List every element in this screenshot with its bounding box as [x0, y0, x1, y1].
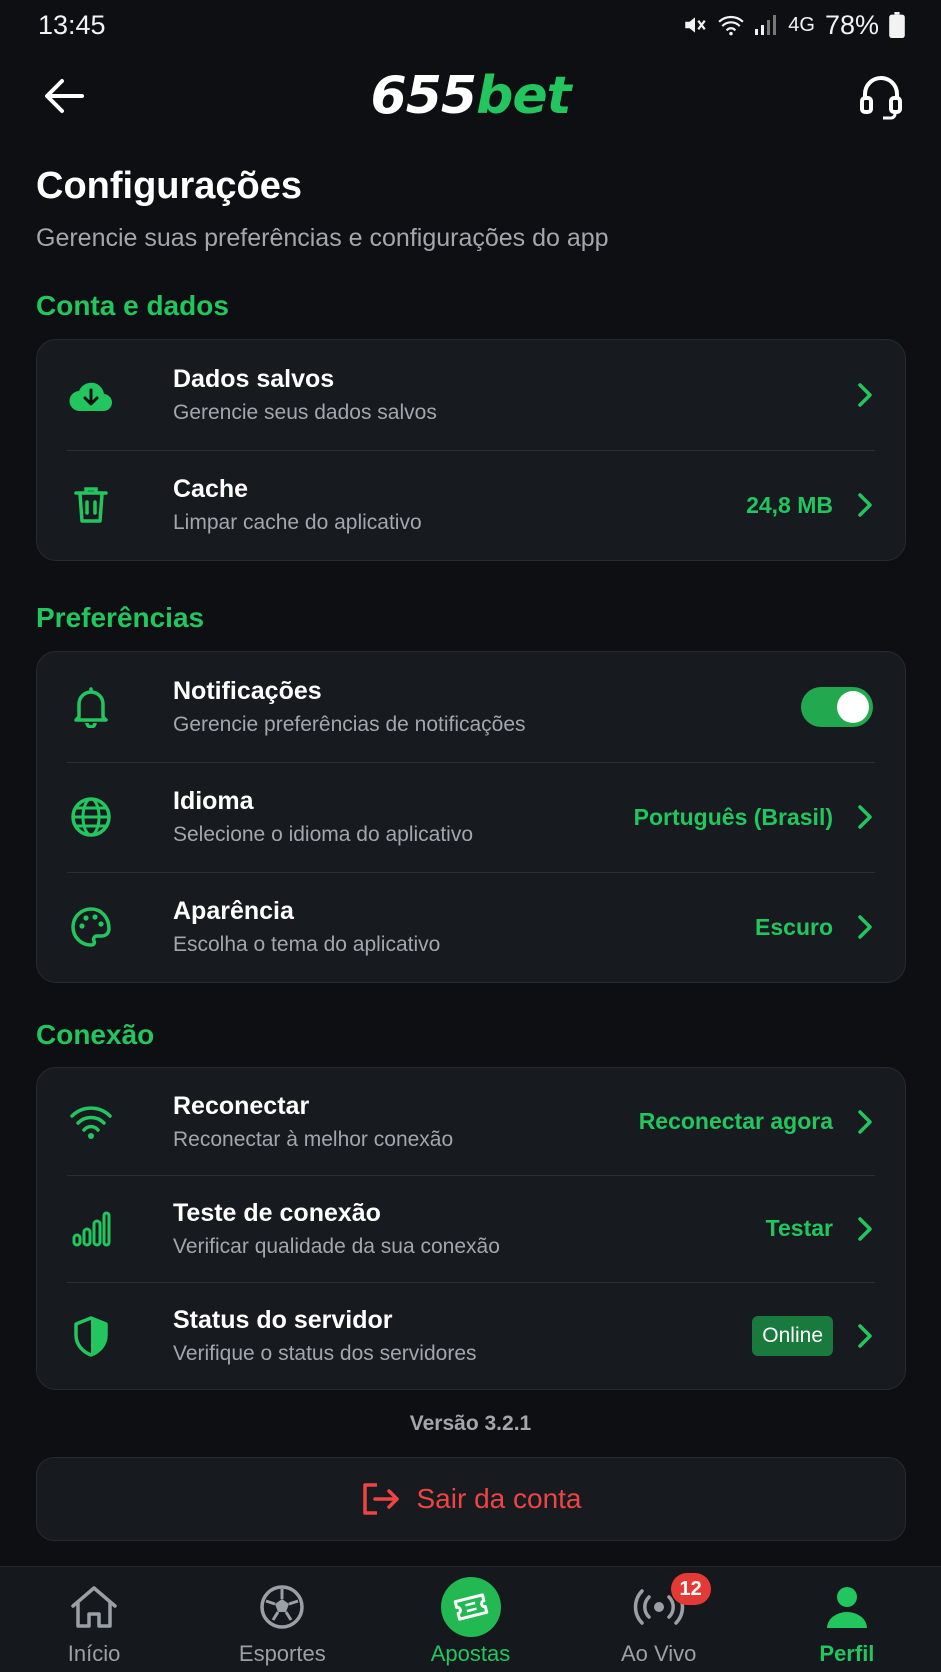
nav-item-inicio[interactable]: Início [0, 1567, 188, 1667]
row-subtitle: Limpar cache do aplicativo [173, 511, 422, 534]
signal-bars-icon [67, 1205, 115, 1253]
section-title-connection: Conexão [36, 1019, 155, 1050]
status-time: 13:45 [38, 9, 106, 40]
nav-item-apostas[interactable]: Apostas [376, 1567, 564, 1667]
wifi-status-icon [718, 13, 744, 37]
section-title-preferences: Preferências [36, 602, 205, 633]
soccer-ball-icon [252, 1577, 312, 1637]
language-value: Português (Brasil) [633, 803, 833, 830]
row-title: Teste de conexão [173, 1198, 381, 1227]
card-account: Dados salvos Gerencie seus dados salvos … [36, 339, 906, 561]
nav-item-esportes[interactable]: Esportes [188, 1567, 376, 1667]
chevron-right-icon [858, 493, 872, 517]
live-count-badge: 12 [670, 1573, 711, 1605]
arrow-left-icon [45, 79, 84, 113]
nav-label: Perfil [819, 1641, 875, 1666]
row-subtitle: Verificar qualidade da sua conexão [173, 1234, 500, 1258]
row-title: Status do servidor [173, 1305, 393, 1334]
status-badge: Online [752, 1315, 833, 1356]
status-icons: 4G 78% [682, 10, 905, 41]
network-type: 4G [788, 13, 815, 36]
wifi-icon [67, 1098, 115, 1146]
row-title: Aparência [173, 897, 294, 925]
row-subtitle: Selecione o idioma do aplicativo [173, 823, 474, 846]
chevron-right-icon [858, 915, 872, 939]
support-button[interactable] [853, 68, 909, 124]
settings-row-connection-test[interactable]: Teste de conexão Verificar qualidade da … [37, 1175, 905, 1282]
cloud-download-icon [67, 371, 115, 419]
settings-row-server-status[interactable]: Status do servidor Verifique o status do… [37, 1282, 905, 1389]
card-preferences: Notificações Gerencie preferências de no… [36, 651, 906, 983]
row-subtitle: Verifique o status dos servidores [173, 1341, 477, 1365]
nav-label: Apostas [430, 1641, 511, 1666]
nav-item-ao-vivo[interactable]: Ao Vivo 12 [565, 1567, 753, 1667]
chevron-right-icon [858, 1109, 872, 1134]
nav-label: Esportes [238, 1641, 326, 1666]
mute-icon [682, 12, 708, 38]
app-header: 655bet [0, 58, 941, 134]
settings-row-cache[interactable]: Cache Limpar cache do aplicativo 24,8 MB [37, 450, 905, 560]
nav-label: Início [67, 1641, 121, 1666]
settings-row-reconnect[interactable]: Reconectar Reconectar à melhor conexão R… [37, 1068, 905, 1175]
chevron-right-icon [858, 1216, 872, 1241]
test-value: Testar [765, 1215, 833, 1241]
appearance-value: Escuro [755, 913, 833, 940]
chevron-right-icon [858, 1323, 872, 1348]
ticket-icon [440, 1577, 501, 1637]
logout-button[interactable]: Sair da conta [36, 1457, 906, 1541]
app-logo: 655bet [370, 66, 572, 126]
toggle-knob [837, 691, 869, 723]
page-title: Configurações [36, 165, 303, 207]
row-title: Cache [173, 475, 249, 503]
shield-icon [67, 1312, 115, 1360]
settings-row-notifications[interactable]: Notificações Gerencie preferências de no… [37, 652, 905, 762]
logout-icon [362, 1483, 399, 1515]
row-title: Dados salvos [173, 365, 335, 393]
row-subtitle: Escolha o tema do aplicativo [173, 933, 441, 956]
palette-icon [67, 903, 115, 951]
section-title-account: Conta e dados [36, 290, 229, 321]
row-title: Idioma [173, 787, 254, 815]
row-subtitle: Gerencie seus dados salvos [173, 401, 437, 424]
settings-row-language[interactable]: Idioma Selecione o idioma do aplicativo … [37, 762, 905, 872]
nav-label: Ao Vivo [621, 1641, 697, 1666]
card-connection: Reconectar Reconectar à melhor conexão R… [36, 1067, 906, 1390]
person-icon [817, 1577, 877, 1637]
app-version: Versão 3.2.1 [409, 1412, 532, 1435]
logout-label: Sair da conta [416, 1483, 582, 1514]
nav-item-perfil[interactable]: Perfil [753, 1567, 941, 1667]
chevron-right-icon [858, 383, 872, 407]
notifications-toggle[interactable] [801, 687, 873, 727]
settings-row-saved-data[interactable]: Dados salvos Gerencie seus dados salvos [37, 340, 905, 450]
battery-level: 78% [824, 9, 879, 40]
headset-icon [860, 76, 902, 120]
cell-signal-icon [754, 14, 778, 36]
settings-row-appearance[interactable]: Aparência Escolha o tema do aplicativo E… [37, 872, 905, 982]
bottom-nav: Início Esportes Apostas Ao Vivo 12 Perfi… [0, 1566, 941, 1672]
reconnect-value: Reconectar agora [638, 1108, 833, 1134]
row-title: Reconectar [173, 1091, 310, 1120]
row-title: Notificações [173, 677, 322, 705]
back-button[interactable] [36, 68, 92, 124]
battery-icon [889, 12, 905, 38]
globe-icon [67, 793, 115, 841]
logo-word: bet [476, 66, 571, 126]
logo-number: 655 [370, 66, 478, 126]
chevron-right-icon [858, 805, 872, 829]
home-icon [64, 1577, 124, 1637]
trash-icon [67, 481, 115, 529]
row-subtitle: Gerencie preferências de notificações [173, 713, 526, 736]
status-bar: 13:45 4G 78% [0, 0, 941, 50]
page-subtitle: Gerencie suas preferências e configuraçõ… [36, 224, 609, 252]
row-subtitle: Reconectar à melhor conexão [173, 1127, 454, 1151]
cache-size: 24,8 MB [746, 491, 833, 518]
bell-icon [67, 683, 115, 731]
